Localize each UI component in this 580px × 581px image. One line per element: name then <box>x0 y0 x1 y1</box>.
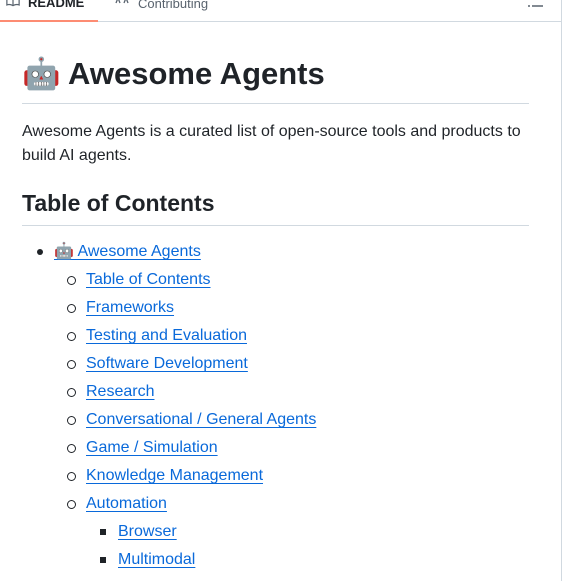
toc-link-conversational-general-agents[interactable]: Conversational / General Agents <box>86 411 316 428</box>
readme-description: Awesome Agents is a curated list of open… <box>22 123 521 164</box>
tab-readme-label: README <box>28 0 85 10</box>
toc-link-research[interactable]: Research <box>86 383 154 400</box>
tab-readme[interactable]: README <box>0 0 98 22</box>
tab-contributing-label: Contributing <box>138 0 209 11</box>
toc-item: Multimodal <box>86 548 529 572</box>
toc-item: Research <box>54 380 529 404</box>
table-of-contents: 🤖 Awesome Agents Table of Contents Frame… <box>22 240 529 572</box>
law-icon <box>114 0 130 12</box>
toc-link-table-of-contents[interactable]: Table of Contents <box>86 271 211 288</box>
toc-link-awesome-agents[interactable]: 🤖 Awesome Agents <box>54 243 201 260</box>
toc-item: Table of Contents <box>54 268 529 292</box>
toc-link-browser[interactable]: Browser <box>118 523 177 540</box>
list-unordered-icon <box>528 0 544 16</box>
outline-button[interactable] <box>528 0 544 16</box>
toc-heading: Table of Contents <box>22 185 529 226</box>
tab-contributing[interactable]: Contributing <box>106 0 216 22</box>
toc-link-game-simulation[interactable]: Game / Simulation <box>86 439 218 456</box>
readme-panel: README Contributing 🤖 Awesome Agents Awe… <box>0 0 562 581</box>
toc-link-testing-and-evaluation[interactable]: Testing and Evaluation <box>86 327 247 344</box>
toc-link-automation[interactable]: Automation <box>86 495 167 512</box>
book-icon <box>6 0 20 11</box>
toc-item: Conversational / General Agents <box>54 408 529 432</box>
readme-title: 🤖 Awesome Agents <box>22 46 529 104</box>
toc-item: Browser <box>86 520 529 544</box>
toc-item: Automation Browser Multimodal <box>54 492 529 572</box>
toc-link-knowledge-management[interactable]: Knowledge Management <box>86 467 263 484</box>
toc-item: Knowledge Management <box>54 464 529 488</box>
toc-item: Testing and Evaluation <box>54 324 529 348</box>
toc-item-awesome-agents: 🤖 Awesome Agents Table of Contents Frame… <box>22 240 529 572</box>
toc-link-multimodal[interactable]: Multimodal <box>118 551 195 568</box>
toc-link-frameworks[interactable]: Frameworks <box>86 299 174 316</box>
toc-link-software-development[interactable]: Software Development <box>86 355 248 372</box>
toc-sublist: Table of Contents Frameworks Testing and… <box>54 268 529 572</box>
toc-item: Game / Simulation <box>54 436 529 460</box>
toc-item: Software Development <box>54 352 529 376</box>
toc-automation-sublist: Browser Multimodal <box>86 520 529 572</box>
readme-tab-bar: README Contributing <box>0 0 561 22</box>
toc-item: Frameworks <box>54 296 529 320</box>
readme-body: 🤖 Awesome Agents Awesome Agents is a cur… <box>22 46 529 572</box>
